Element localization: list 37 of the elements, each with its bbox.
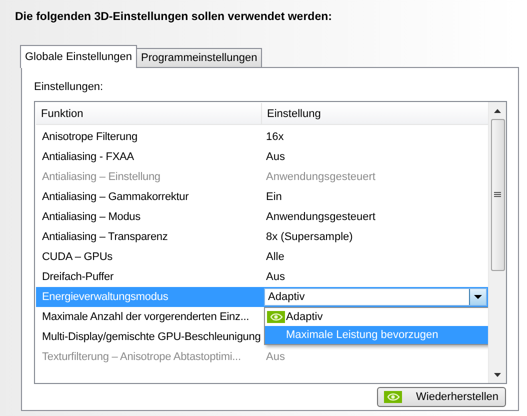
setting-value: 16x — [265, 131, 284, 143]
feature-name: CUDA – GPUs — [41, 251, 114, 263]
feature-name: Anisotrope Filterung — [41, 131, 138, 143]
feature-name: Texturfilterung – Anisotrope Abtastoptimi... — [41, 351, 242, 363]
table-row[interactable]: Antialiasing - FXAA Aus — [36, 147, 488, 167]
setting-value: Anwendungsgesteuert — [265, 171, 376, 183]
tab[interactable]: Globale Einstellungen — [20, 45, 138, 68]
feature-name: Antialiasing - FXAA — [41, 151, 135, 163]
column-header[interactable]: Funktion — [36, 103, 262, 124]
setting-value: Aus — [265, 351, 285, 363]
setting-value: Aus — [265, 271, 285, 283]
table-row[interactable]: Antialiasing – Transparenz 8x (Supersample) — [36, 227, 488, 247]
column-header[interactable]: Einstellung — [262, 103, 488, 124]
restore-button[interactable]: Wiederherstellen — [377, 387, 506, 407]
section-heading: Die folgenden 3D-Einstellungen sollen verwendet werden: — [15, 10, 333, 25]
setting-value: Alle — [265, 251, 284, 263]
feature-name: Energieverwaltungsmodus — [41, 291, 170, 303]
scrollbar[interactable] — [488, 102, 506, 383]
table-row[interactable]: Antialiasing – Modus Anwendungsgesteuert — [36, 207, 488, 227]
setting-value: Ein — [265, 191, 282, 203]
settings-label: Einstellungen: — [34, 80, 104, 95]
feature-name: Dreifach-Puffer — [41, 271, 115, 283]
table-row[interactable]: Dreifach-Puffer Aus — [36, 267, 488, 287]
table-row[interactable]: CUDA – GPUs Alle — [36, 247, 488, 267]
scroll-thumb[interactable] — [490, 119, 504, 271]
setting-value: Aus — [265, 151, 285, 163]
dropdown-field[interactable]: Adaptiv — [264, 288, 487, 306]
feature-name: Antialiasing – Gammakorrektur — [41, 191, 190, 203]
table-row[interactable]: Anisotrope Filterung 16x — [36, 127, 488, 147]
feature-name: Antialiasing – Modus — [41, 211, 142, 223]
feature-name: Antialiasing – Einstellung — [41, 171, 162, 183]
setting-value: Anwendungsgesteuert — [265, 211, 376, 223]
feature-name: Antialiasing – Transparenz — [41, 231, 169, 243]
tab[interactable]: Programmeinstellungen — [136, 48, 262, 67]
dropdown-option[interactable]: Adaptiv — [265, 308, 488, 326]
table-row[interactable]: Antialiasing – Gammakorrektur Ein — [36, 187, 488, 207]
setting-value: 8x (Supersample) — [265, 231, 353, 243]
